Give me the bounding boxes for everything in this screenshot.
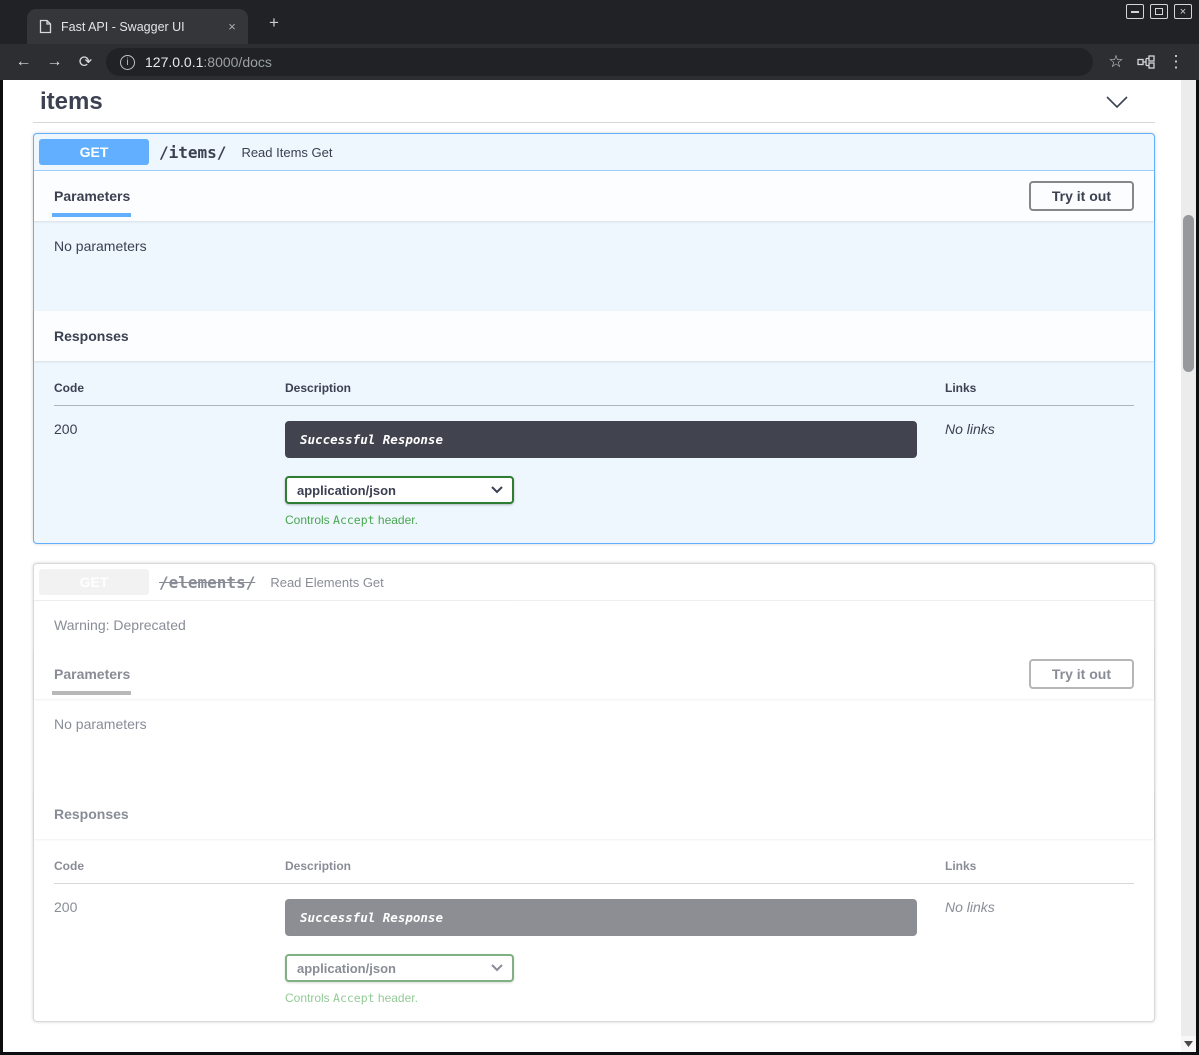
deprecated-warning: Warning: Deprecated xyxy=(34,601,1154,649)
parameters-header: Parameters Try it out xyxy=(34,649,1154,699)
browser-toolbar: ← → ⟳ i 127.0.0.1:8000/docs ☆ ⋮ xyxy=(0,44,1199,80)
responses-header: Responses xyxy=(34,789,1154,839)
operation-summary-text: Read Items Get xyxy=(241,145,332,160)
operation-summary[interactable]: GET /elements/ Read Elements Get xyxy=(34,564,1154,601)
chevron-down-icon xyxy=(491,964,503,972)
scroll-down-button[interactable] xyxy=(1181,1036,1196,1052)
window-controls: × xyxy=(1126,4,1192,19)
response-links: No links xyxy=(945,421,995,437)
url-path: :8000/docs xyxy=(203,54,272,70)
response-description: Successful Response xyxy=(300,910,443,925)
browser-tab[interactable]: Fast API - Swagger UI × xyxy=(27,9,248,44)
response-description-box: Successful Response xyxy=(285,899,917,936)
scrollbar[interactable] xyxy=(1181,80,1196,1052)
response-row: 200 Successful Response application/json xyxy=(54,406,1134,528)
responses-table-wrapper: Code Description Links 200 Successful Re… xyxy=(34,839,1154,1021)
method-badge: GET xyxy=(39,569,149,595)
try-it-out-button[interactable]: Try it out xyxy=(1029,181,1134,211)
maximize-icon xyxy=(1155,8,1163,15)
links-column-header: Links xyxy=(945,381,1134,406)
back-icon[interactable]: ← xyxy=(8,47,39,78)
url-text: 127.0.0.1:8000/docs xyxy=(145,54,272,70)
media-type-select[interactable]: application/json xyxy=(285,954,514,982)
operation-summary[interactable]: GET /items/ Read Items Get xyxy=(34,134,1154,171)
responses-table-wrapper: Code Description Links 200 Successful Re… xyxy=(34,361,1154,543)
page-favicon-icon xyxy=(39,19,52,34)
code-column-header: Code xyxy=(54,859,285,884)
swagger-page: items GET /items/ Read Items Get Paramet… xyxy=(3,80,1181,1052)
response-row: 200 Successful Response application/json xyxy=(54,884,1134,1006)
parameters-tab: Parameters xyxy=(54,666,130,682)
try-it-out-button[interactable]: Try it out xyxy=(1029,659,1134,689)
description-column-header: Description xyxy=(285,859,945,884)
opblock-get-elements-deprecated: GET /elements/ Read Elements Get Warning… xyxy=(33,563,1155,1022)
no-parameters-text: No parameters xyxy=(34,221,1154,311)
method-badge: GET xyxy=(39,139,149,165)
links-column-header: Links xyxy=(945,859,1134,884)
media-type-select[interactable]: application/json xyxy=(285,476,514,504)
response-code: 200 xyxy=(54,884,285,1006)
parameters-tab: Parameters xyxy=(54,188,130,204)
maximize-button[interactable] xyxy=(1150,4,1168,19)
response-code: 200 xyxy=(54,406,285,528)
operation-summary-text: Read Elements Get xyxy=(270,575,383,590)
response-description: Successful Response xyxy=(300,432,443,447)
responses-title: Responses xyxy=(54,328,129,344)
response-links: No links xyxy=(945,899,995,915)
media-type-value: application/json xyxy=(297,483,396,498)
scrollbar-thumb[interactable] xyxy=(1183,215,1194,372)
chevron-down-icon xyxy=(491,486,503,494)
site-info-icon[interactable]: i xyxy=(120,55,135,70)
forward-icon[interactable]: → xyxy=(39,47,70,78)
tag-title: items xyxy=(40,86,103,118)
page-viewport: items GET /items/ Read Items Get Paramet… xyxy=(3,80,1196,1052)
media-type-value: application/json xyxy=(297,961,396,976)
opblock-get-items: GET /items/ Read Items Get Parameters Tr… xyxy=(33,133,1155,544)
operation-path: /elements/ xyxy=(159,573,255,592)
responses-title: Responses xyxy=(54,806,129,822)
accept-header-note: Controls Accept header. xyxy=(285,513,945,527)
no-parameters-text: No parameters xyxy=(34,699,1154,789)
minimize-button[interactable] xyxy=(1126,4,1144,19)
scroll-down-arrow-icon xyxy=(1184,1041,1193,1047)
bookmark-star-icon[interactable]: ☆ xyxy=(1101,47,1131,77)
code-column-header: Code xyxy=(54,381,285,406)
menu-icon[interactable]: ⋮ xyxy=(1161,47,1191,77)
minimize-icon xyxy=(1131,11,1139,13)
accept-header-note: Controls Accept header. xyxy=(285,991,945,1005)
tab-title: Fast API - Swagger UI xyxy=(61,20,215,34)
responses-header: Responses xyxy=(34,311,1154,361)
window-titlebar: Fast API - Swagger UI × + × xyxy=(0,0,1199,44)
tab-groups-icon[interactable] xyxy=(1131,47,1161,77)
description-column-header: Description xyxy=(285,381,945,406)
url-host: 127.0.0.1 xyxy=(145,54,203,70)
close-button[interactable]: × xyxy=(1174,4,1192,19)
tab-close-icon[interactable]: × xyxy=(224,19,240,34)
operation-path: /items/ xyxy=(159,143,226,162)
reload-icon[interactable]: ⟳ xyxy=(70,47,101,78)
response-description-box: Successful Response xyxy=(285,421,917,458)
parameters-header: Parameters Try it out xyxy=(34,171,1154,221)
tag-section-header[interactable]: items xyxy=(33,80,1155,123)
address-bar[interactable]: i 127.0.0.1:8000/docs xyxy=(106,48,1093,76)
new-tab-button[interactable]: + xyxy=(264,13,284,33)
section-collapse-chevron-icon[interactable] xyxy=(1104,94,1130,110)
